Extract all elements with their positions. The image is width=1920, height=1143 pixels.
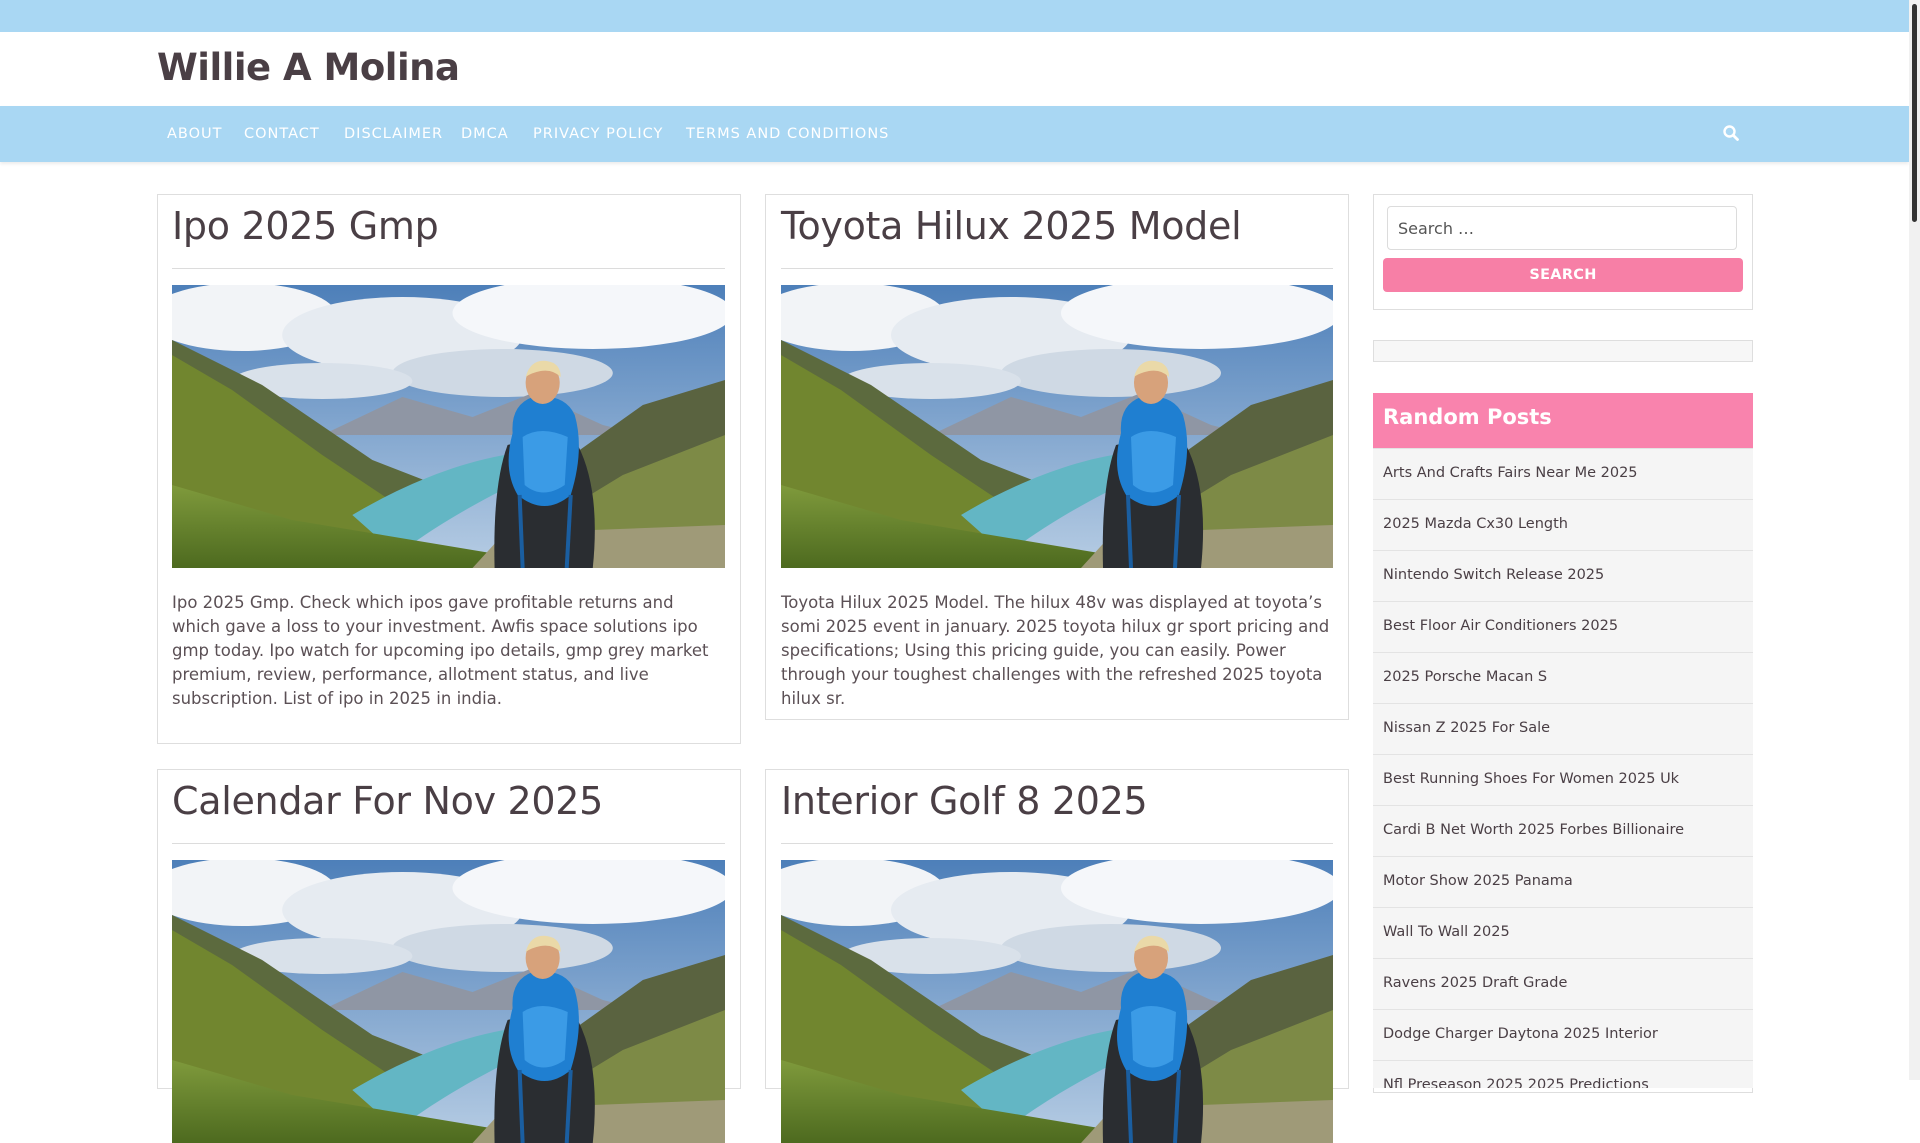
- list-item: Dodge Charger Daytona 2025 Interior: [1373, 1009, 1753, 1060]
- nav-item-privacy-policy[interactable]: Privacy Policy: [533, 126, 663, 142]
- list-item: 2025 Mazda Cx30 Length: [1373, 499, 1753, 550]
- post-thumbnail-image[interactable]: [781, 285, 1333, 568]
- random-post-link[interactable]: Arts And Crafts Fairs Near Me 2025: [1383, 465, 1638, 481]
- random-post-link[interactable]: Nfl Preseason 2025 2025 Predictions: [1383, 1077, 1649, 1088]
- random-post-link[interactable]: Nissan Z 2025 For Sale: [1383, 720, 1550, 736]
- list-item: Cardi B Net Worth 2025 Forbes Billionair…: [1373, 805, 1753, 856]
- title-divider: [781, 843, 1333, 844]
- top-strip: [0, 0, 1909, 32]
- post-title[interactable]: Interior Golf 8 2025: [781, 779, 1148, 823]
- list-item: Nintendo Switch Release 2025: [1373, 550, 1753, 601]
- list-item: Wall To Wall 2025: [1373, 907, 1753, 958]
- site-title[interactable]: Willie A Molina: [157, 46, 460, 89]
- search-icon[interactable]: [1722, 124, 1740, 142]
- random-posts-title: Random Posts: [1383, 405, 1552, 429]
- random-post-link[interactable]: Nintendo Switch Release 2025: [1383, 567, 1604, 583]
- post-excerpt: Ipo 2025 Gmp. Check which ipos gave prof…: [172, 593, 709, 708]
- post-thumbnail-image[interactable]: [172, 285, 725, 568]
- title-divider: [172, 843, 725, 844]
- nav-item-about[interactable]: About: [167, 126, 223, 142]
- post-thumbnail-image[interactable]: [781, 860, 1333, 1143]
- random-post-link[interactable]: 2025 Mazda Cx30 Length: [1383, 516, 1568, 532]
- nav-item-disclaimer[interactable]: Disclaimer: [344, 126, 443, 142]
- post-title[interactable]: Ipo 2025 Gmp: [172, 204, 439, 248]
- post-title[interactable]: Calendar For Nov 2025: [172, 779, 603, 823]
- random-post-link[interactable]: Wall To Wall 2025: [1383, 924, 1510, 940]
- search-button[interactable]: Search: [1383, 258, 1743, 292]
- list-item: Best Running Shoes For Women 2025 Uk: [1373, 754, 1753, 805]
- nav-item-contact[interactable]: Contact: [244, 126, 320, 142]
- nav-item-dmca[interactable]: DMCA: [461, 126, 509, 142]
- random-post-link[interactable]: Ravens 2025 Draft Grade: [1383, 975, 1567, 991]
- title-divider: [781, 268, 1333, 269]
- list-item: Nfl Preseason 2025 2025 Predictions: [1373, 1060, 1753, 1088]
- list-item: 2025 Porsche Macan S: [1373, 652, 1753, 703]
- random-post-link[interactable]: Cardi B Net Worth 2025 Forbes Billionair…: [1383, 822, 1684, 838]
- search-input[interactable]: [1387, 206, 1737, 250]
- random-post-link[interactable]: Motor Show 2025 Panama: [1383, 873, 1573, 889]
- random-post-link[interactable]: Best Floor Air Conditioners 2025: [1383, 618, 1618, 634]
- list-item: Best Floor Air Conditioners 2025: [1373, 601, 1753, 652]
- random-posts-list: Arts And Crafts Fairs Near Me 2025 2025 …: [1373, 448, 1753, 1088]
- post-title[interactable]: Toyota Hilux 2025 Model: [781, 204, 1242, 248]
- post-thumbnail-image[interactable]: [172, 860, 725, 1143]
- list-item: Arts And Crafts Fairs Near Me 2025: [1373, 448, 1753, 499]
- random-post-link[interactable]: Dodge Charger Daytona 2025 Interior: [1383, 1026, 1658, 1042]
- list-item: Motor Show 2025 Panama: [1373, 856, 1753, 907]
- list-item: Ravens 2025 Draft Grade: [1373, 958, 1753, 1009]
- random-post-link[interactable]: 2025 Porsche Macan S: [1383, 669, 1547, 685]
- scrollbar-thumb[interactable]: [1912, 4, 1917, 222]
- nav-item-terms-and-conditions[interactable]: Terms and Conditions: [686, 126, 889, 142]
- list-item: Nissan Z 2025 For Sale: [1373, 703, 1753, 754]
- title-divider: [172, 268, 725, 269]
- post-excerpt: Toyota Hilux 2025 Model. The hilux 48v w…: [781, 593, 1330, 708]
- empty-widget: [1373, 340, 1753, 362]
- random-post-link[interactable]: Best Running Shoes For Women 2025 Uk: [1383, 771, 1679, 787]
